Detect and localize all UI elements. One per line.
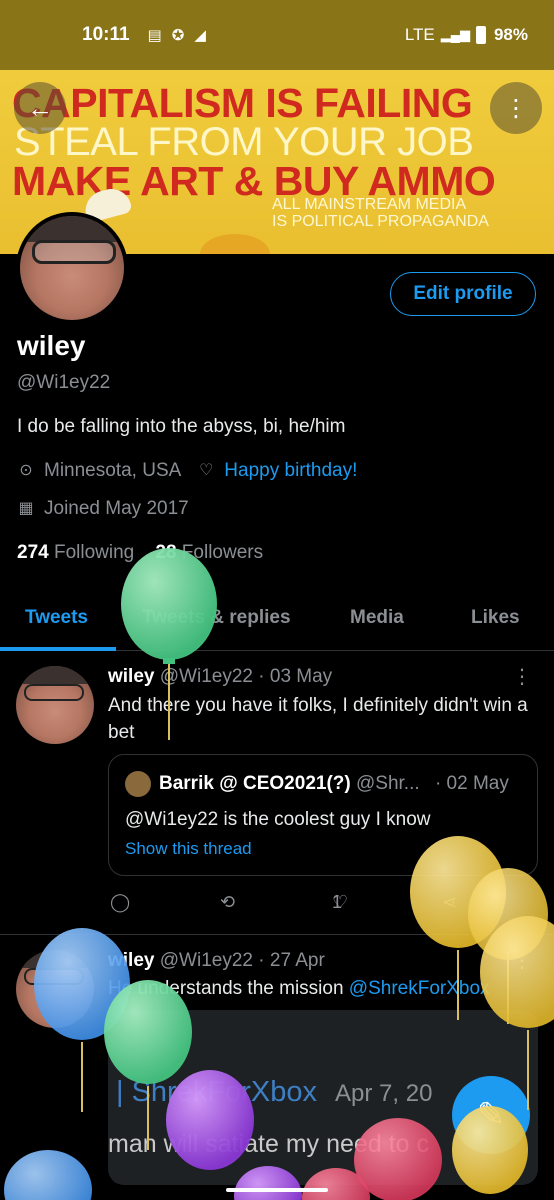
location-text: Minnesota, USA <box>44 460 182 481</box>
profile-bio: I do be falling into the abyss, bi, he/h… <box>17 416 346 437</box>
tweet-text-prefix: He understands the mission <box>108 978 344 999</box>
media-text: man will satiate my need to c <box>108 1130 429 1158</box>
edit-profile-button[interactable]: Edit profile <box>390 272 536 316</box>
tab-media[interactable]: Media <box>350 607 404 629</box>
balloon-blue-2 <box>4 1150 92 1200</box>
compose-tweet-button[interactable]: ✎ <box>452 1076 530 1154</box>
profile-handle: @Wi1ey22 <box>17 372 111 393</box>
quote-avatar <box>125 771 151 797</box>
balloon-icon: ♡ <box>199 462 214 479</box>
banner-line-4: ALL MAINSTREAM MEDIA IS POLITICAL PROPAG… <box>272 196 542 230</box>
media-title: | ShrekForXbox <box>116 1076 317 1108</box>
tweet-more-icon[interactable]: ⋮ <box>512 664 532 689</box>
battery-icon <box>475 26 486 44</box>
tweet-header: wiley @Wi1ey22 · 27 Apr <box>108 950 325 972</box>
clock: 10:11 <box>82 24 130 45</box>
quote-author-handle: @Shr... <box>356 773 420 794</box>
more-vert-icon: ⋮ <box>504 94 528 122</box>
profile-tabs: Tweets Tweets & replies Media Likes <box>0 593 554 651</box>
back-button[interactable]: ← <box>14 82 66 134</box>
more-options-button[interactable]: ⋮ <box>490 82 542 134</box>
mention-link[interactable]: @ShrekForXbox <box>349 978 490 999</box>
media-date: Apr 7, 20 <box>335 1080 433 1107</box>
signal-icon: ▂▄▆ <box>440 27 470 42</box>
quote-author-name: Barrik @ CEO2021(?) <box>159 773 351 794</box>
tweet-header: wiley @Wi1ey22 · 03 May <box>108 666 332 688</box>
tweet-date: · 27 Apr <box>258 950 325 971</box>
followers-link[interactable]: 28 Followers <box>155 542 263 563</box>
like-button[interactable]: ♡ 1 <box>332 892 348 913</box>
tweet-author-handle: @Wi1ey22 <box>159 666 253 687</box>
avatar-hair <box>16 666 94 684</box>
quote-header: Barrik @ CEO2021(?) @Shr... · 02 May <box>159 773 509 795</box>
home-indicator[interactable] <box>226 1188 328 1192</box>
followers-label: Followers <box>181 542 264 563</box>
location-icon: ⊙ <box>19 462 33 479</box>
joined-row: ▦ Joined May 2017 <box>17 498 189 520</box>
tweet-author-name[interactable]: wiley <box>108 950 154 971</box>
send-icon: ◢ <box>194 27 206 44</box>
message-icon: ▤ <box>147 27 162 44</box>
quote-date: · 02 May <box>434 773 509 794</box>
profile-name: wiley <box>17 330 86 361</box>
following-link[interactable]: 274 Following <box>17 542 134 563</box>
tweet-author-handle: @Wi1ey22 <box>159 950 253 971</box>
avatar-hair <box>16 950 94 968</box>
joined-text: Joined May 2017 <box>44 498 189 519</box>
tweet-more-icon[interactable]: ⋮ <box>512 948 532 973</box>
profile-avatar[interactable] <box>16 212 128 324</box>
profile-meta-row: ⊙ Minnesota, USA ♡ Happy birthday! <box>17 460 357 482</box>
following-count: 274 <box>17 542 49 563</box>
tweet-actions: ◯ ⟲ ♡ 1 ⋖ <box>108 892 538 920</box>
media-header: | ShrekForXbox Apr 7, 20 <box>116 1076 432 1109</box>
network-label: LTE <box>404 25 435 44</box>
tweet-date: · 03 May <box>258 666 333 687</box>
avatar-glasses <box>24 684 84 701</box>
active-tab-indicator <box>0 647 116 651</box>
share-icon[interactable]: ⋖ <box>442 892 457 913</box>
status-bar: 10:11 ▤ ✪ ◢ LTE ▂▄▆ 98% <box>0 0 554 70</box>
tweet-divider <box>0 934 554 935</box>
compose-icon: ✎ <box>476 1096 506 1134</box>
show-thread-link[interactable]: Show this thread <box>125 839 252 859</box>
calendar-icon: ▦ <box>18 500 34 517</box>
back-arrow-icon: ← <box>27 92 53 123</box>
reply-icon[interactable]: ◯ <box>110 892 130 913</box>
following-label: Following <box>53 542 135 563</box>
banner-line-4b: IS POLITICAL PROPAGANDA <box>272 213 489 230</box>
tweet-avatar[interactable] <box>16 666 94 744</box>
tab-tweets-replies[interactable]: Tweets & replies <box>142 607 291 629</box>
banner-line-4a: ALL MAINSTREAM MEDIA <box>272 196 467 213</box>
tweet-avatar[interactable] <box>16 950 94 1028</box>
avatar-glasses <box>32 240 116 264</box>
gamepad-icon: ✪ <box>171 27 185 44</box>
tweet-text: And there you have it folks, I definitel… <box>108 695 528 743</box>
follow-stats: 274 Following 28 Followers <box>17 542 263 564</box>
tweet-author-name[interactable]: wiley <box>108 666 154 687</box>
quote-text: @Wi1ey22 is the coolest guy I know <box>125 809 431 830</box>
heart-icon: ♡ <box>332 892 349 912</box>
avatar-glasses <box>24 968 84 985</box>
quoted-tweet[interactable]: Barrik @ CEO2021(?) @Shr... · 02 May @Wi… <box>108 754 538 876</box>
tweet-text: He understands the mission @ShrekForXbox <box>108 975 528 1002</box>
avatar-hair <box>20 216 124 242</box>
followers-count: 28 <box>155 542 177 563</box>
system-indicators: LTE ▂▄▆ 98% <box>405 25 528 45</box>
battery-level: 98% <box>493 25 528 44</box>
notification-icons: ▤ ✪ ◢ <box>148 26 206 44</box>
tab-likes[interactable]: Likes <box>471 607 520 629</box>
birthday-link[interactable]: Happy birthday! <box>224 460 357 482</box>
banner-blob-graphic <box>200 234 270 254</box>
retweet-icon[interactable]: ⟲ <box>220 892 235 913</box>
tab-tweets[interactable]: Tweets <box>25 607 88 629</box>
